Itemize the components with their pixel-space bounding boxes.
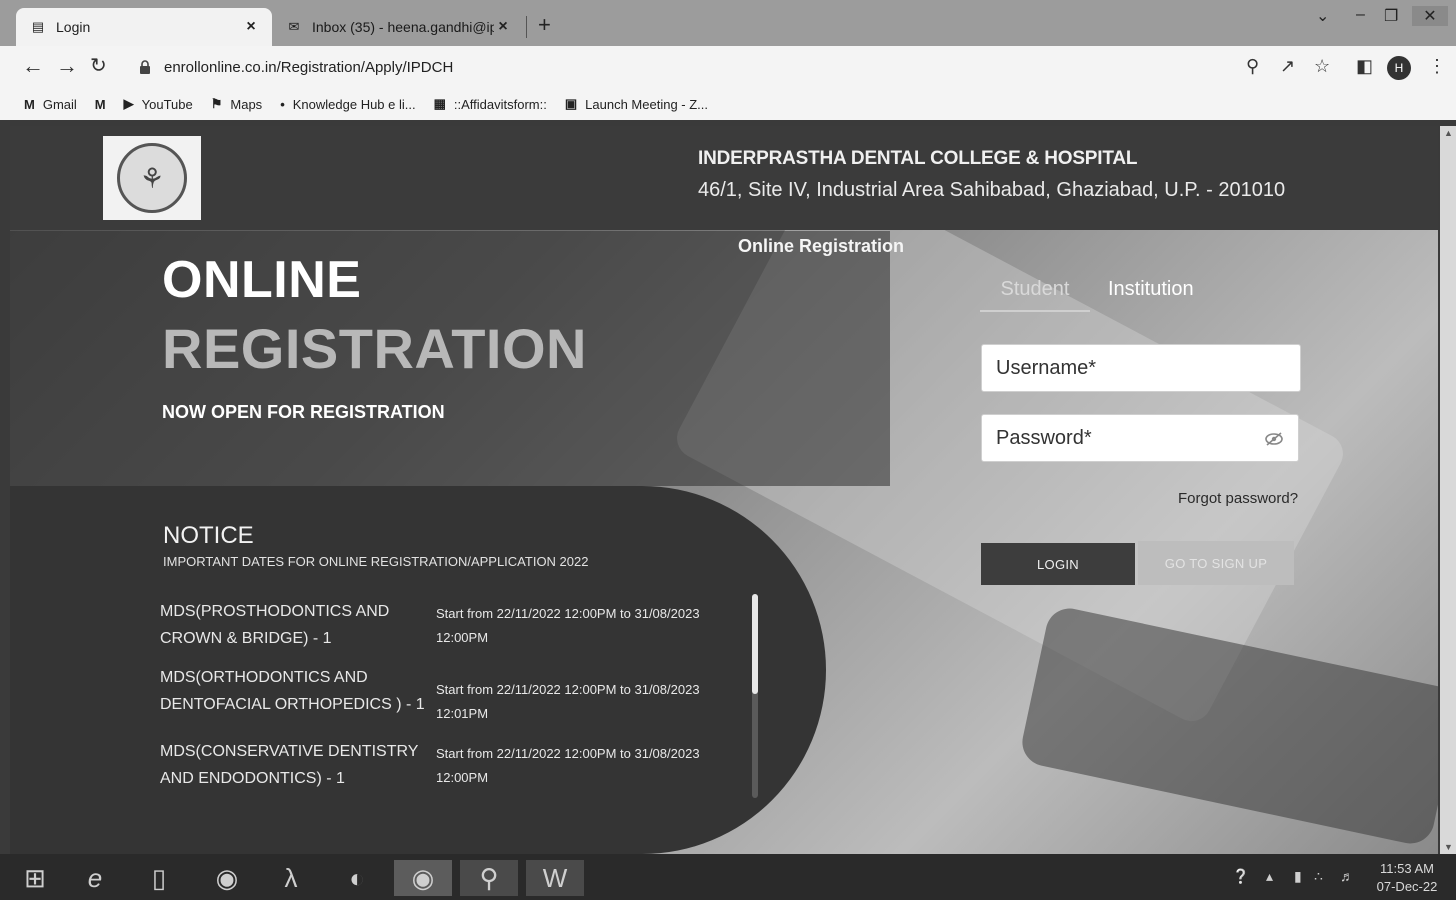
tab-student[interactable]: Student (980, 278, 1090, 312)
search-icon[interactable]: ⚲ (460, 860, 518, 896)
windows-start-icon[interactable]: ⊞ (6, 860, 64, 896)
close-window-icon[interactable]: ✕ (1412, 6, 1448, 26)
eye-slash-icon[interactable] (1264, 429, 1284, 449)
battery-icon[interactable]: ▮ (1294, 868, 1302, 885)
close-icon[interactable]: × (242, 18, 260, 36)
affidavit-icon: ▦ (433, 96, 446, 111)
chrome-icon[interactable]: ◉ (394, 860, 452, 896)
tab-title: Login (56, 19, 91, 35)
college-logo: ⚘ (103, 136, 201, 220)
bookmark-gmail-2[interactable]: M (95, 97, 106, 112)
browser-tab-bar: ▤ Login × ✉ Inbox (35) - heena.gandhi@ip… (0, 0, 1456, 46)
course-name: MDS(ORTHODONTICS AND DENTOFACIAL ORTHOPE… (160, 669, 425, 713)
bookmark-gmail[interactable]: M Gmail (24, 97, 77, 112)
forward-icon[interactable]: → (56, 54, 78, 78)
app-icon[interactable]: ◉ (198, 860, 256, 896)
page-icon: ▤ (31, 19, 45, 34)
browser-toolbar: ← → ↻ enrollonline.co.in/Registration/Ap… (0, 46, 1456, 88)
username-field[interactable] (981, 344, 1301, 392)
new-tab-button[interactable]: + (538, 12, 551, 38)
list-item: MDS(PROSTHODONTICS AND CROWN & BRIDGE) -… (160, 598, 740, 652)
profile-avatar[interactable]: H (1387, 56, 1411, 80)
notice-list[interactable]: MDS(PROSTHODONTICS AND CROWN & BRIDGE) -… (160, 598, 740, 798)
youtube-icon: ▶ (123, 96, 134, 111)
minimize-icon[interactable]: – (1356, 6, 1365, 24)
username-input[interactable] (996, 356, 1256, 380)
volume-icon[interactable]: ♬ (1340, 868, 1354, 884)
url-text: enrollonline.co.in/Registration/Apply/IP… (164, 58, 454, 76)
side-panel-icon[interactable]: ◧ (1356, 56, 1373, 77)
edge-icon[interactable]: ◐ (328, 860, 386, 896)
file-icon[interactable]: ▯ (130, 860, 188, 896)
hero-tagline: NOW OPEN FOR REGISTRATION (162, 402, 445, 422)
list-item: MDS(ORTHODONTICS AND DENTOFACIAL ORTHOPE… (160, 664, 740, 726)
gmail-icon: M (24, 96, 35, 112)
course-name: MDS(PROSTHODONTICS AND CROWN & BRIDGE) -… (160, 603, 390, 647)
hero-title-line2: REGISTRATION (162, 317, 587, 380)
bookmark-youtube[interactable]: ▶ YouTube (124, 96, 193, 112)
page-subheading: Online Registration (738, 236, 905, 256)
go-to-signup-button[interactable]: GO TO SIGN UP (1138, 541, 1294, 585)
scrollbar-thumb[interactable] (752, 594, 758, 694)
course-dates: Start from 22/11/2022 12:00PM to 31/08/2… (436, 682, 700, 721)
login-tabs: Student Institution (980, 278, 1220, 312)
list-item: MDS(CONSERVATIVE DENTISTRY AND ENDODONTI… (160, 738, 740, 792)
word-icon[interactable]: W (526, 860, 584, 896)
notice-scrollbar[interactable] (752, 594, 758, 798)
share-icon[interactable]: ↗ (1280, 56, 1295, 77)
network-icon[interactable]: ∴ (1314, 868, 1323, 885)
tab-search-icon[interactable]: ⌄ (1316, 6, 1329, 26)
password-input[interactable] (996, 426, 1256, 450)
star-icon[interactable]: ☆ (1314, 56, 1330, 77)
bookmark-affidavits[interactable]: ▦ ::Affidavitsform:: (434, 96, 547, 112)
restore-icon[interactable]: ❐ (1384, 6, 1398, 26)
maps-icon: ⚑ (210, 96, 223, 111)
tray-expand-icon[interactable]: ▴ (1266, 868, 1273, 885)
bookmark-zoom[interactable]: ▣ Launch Meeting - Z... (565, 96, 708, 112)
lock-icon (140, 60, 150, 74)
college-name: INDERPRASTHA DENTAL COLLEGE & HOSPITAL (698, 148, 1138, 169)
gmail-icon: M (94, 96, 106, 112)
crest-icon: ⚘ (117, 143, 187, 213)
background-image (1017, 604, 1438, 848)
tab-separator (526, 16, 527, 38)
tab-login[interactable]: ▤ Login × (16, 8, 272, 46)
acrobat-icon[interactable]: λ (262, 860, 320, 896)
tab-inbox[interactable]: ✉ Inbox (35) - heena.gandhi@ipde × (276, 8, 524, 46)
page-viewport: ⚘ INDERPRASTHA DENTAL COLLEGE & HOSPITAL… (10, 126, 1438, 854)
course-dates: Start from 22/11/2022 12:00PM to 31/08/2… (436, 606, 700, 645)
taskbar-clock[interactable]: 11:53 AM 07-Dec-22 (1370, 860, 1444, 896)
clock-time: 11:53 AM (1380, 861, 1434, 876)
bookmark-icon: • (280, 96, 285, 112)
bookmark-knowledge-hub[interactable]: • Knowledge Hub e li... (280, 97, 415, 112)
login-button[interactable]: LOGIN (981, 543, 1135, 585)
page-scrollbar[interactable]: ▲ ▼ (1440, 126, 1456, 854)
tab-institution[interactable]: Institution (1108, 278, 1194, 301)
scroll-up-icon[interactable]: ▲ (1444, 128, 1453, 138)
menu-icon[interactable]: ⋮ (1428, 56, 1446, 77)
site-header: ⚘ INDERPRASTHA DENTAL COLLEGE & HOSPITAL… (10, 126, 1438, 230)
gmail-icon: ✉ (288, 19, 300, 34)
bookmarks-bar: M Gmail M ▶ YouTube ⚑ Maps • Knowledge H… (0, 88, 1456, 120)
course-name: MDS(CONSERVATIVE DENTISTRY AND ENDODONTI… (160, 743, 419, 787)
bookmark-maps[interactable]: ⚑ Maps (211, 96, 262, 112)
close-icon[interactable]: × (494, 18, 512, 36)
clock-date: 07-Dec-22 (1376, 879, 1438, 894)
hero-title-line1: ONLINE (162, 251, 362, 309)
windows-taskbar: ⊞ e ▯ ◉ λ ◐ ◉ ⚲ W ❔ ▴ ▮ ∴ ♬ 11:53 AM 07-… (0, 854, 1456, 900)
course-dates: Start from 22/11/2022 12:00PM to 31/08/2… (436, 746, 700, 785)
back-icon[interactable]: ← (22, 54, 44, 78)
internet-explorer-icon[interactable]: e (66, 860, 124, 896)
notice-title: NOTICE (163, 522, 254, 549)
zoom-icon: ▣ (564, 96, 578, 111)
zoom-icon[interactable]: ⚲ (1246, 56, 1259, 77)
notice-subtitle: IMPORTANT DATES FOR ONLINE REGISTRATION/… (163, 554, 589, 569)
reload-icon[interactable]: ↻ (90, 54, 107, 78)
help-icon[interactable]: ❔ (1232, 868, 1249, 885)
forgot-password-link[interactable]: Forgot password? (1178, 490, 1298, 507)
scroll-down-icon[interactable]: ▼ (1444, 842, 1453, 852)
college-address: 46/1, Site IV, Industrial Area Sahibabad… (698, 179, 1286, 201)
password-field[interactable] (981, 414, 1299, 462)
tab-title: Inbox (35) - heena.gandhi@ipde (312, 19, 494, 35)
